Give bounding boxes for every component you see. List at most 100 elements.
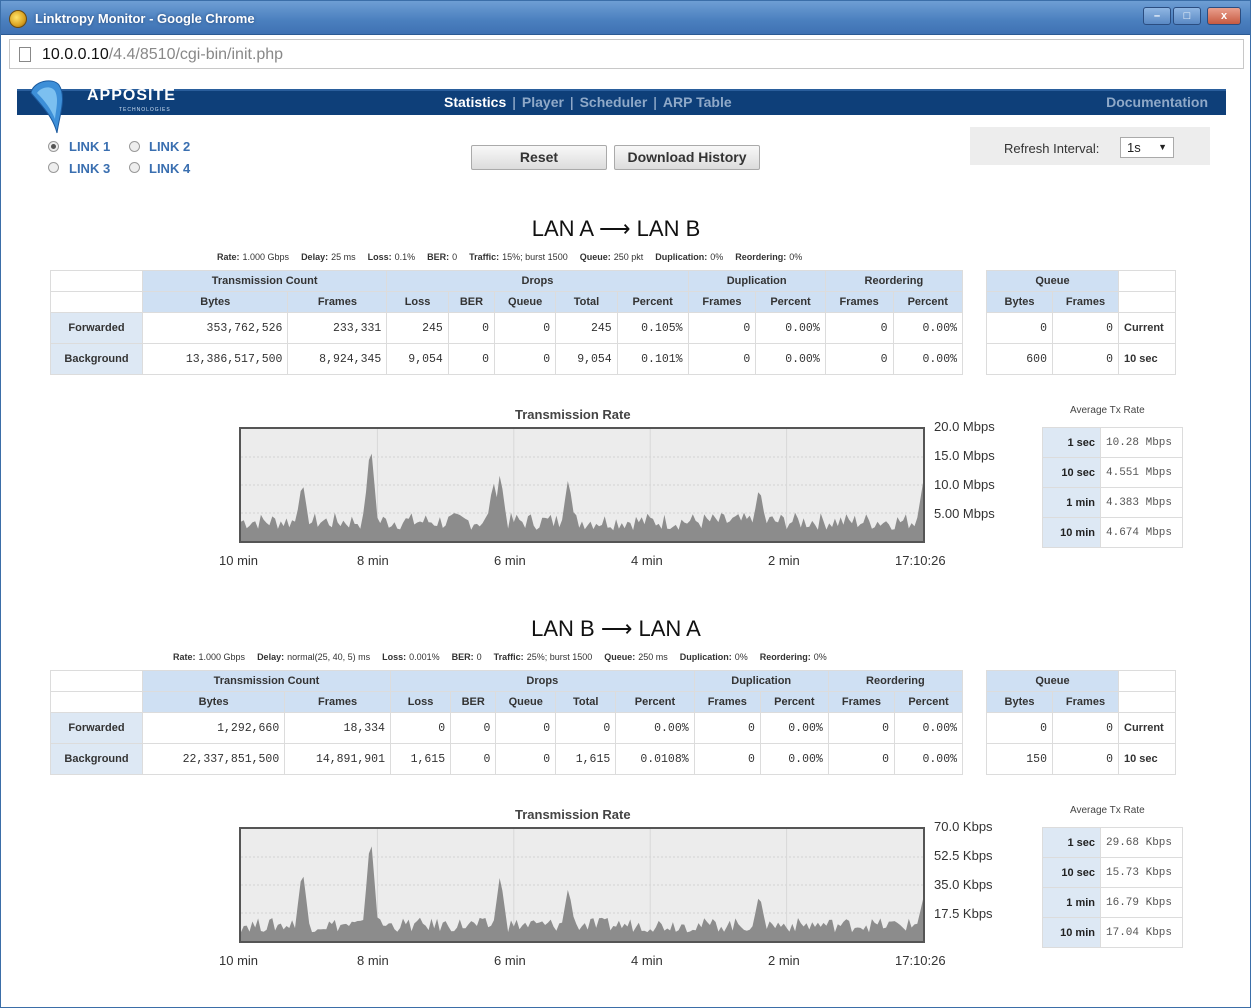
stat-cell: 0.00%	[892, 343, 963, 375]
empty-cell	[1118, 670, 1176, 692]
queue-cell: 0	[1052, 312, 1119, 344]
table-row: Forwarded 1,292,660 18,334 0 0 0 0 0.00% 0 0.00% 0…	[50, 712, 963, 744]
section-title: LAN A ⟶ LAN B	[531, 216, 701, 241]
interval-tag: Current	[1118, 312, 1176, 344]
avg-interval: 10 min	[1042, 517, 1101, 548]
avg-rate-title: Average Tx Rate	[1070, 405, 1145, 416]
y-axis-label: 10.0 Mbps	[934, 477, 995, 492]
nav-scheduler[interactable]: Scheduler	[580, 94, 648, 110]
param-value: 250 pkt	[613, 252, 644, 262]
avg-value: 4.674 Mbps	[1100, 517, 1183, 548]
stat-cell: 0	[687, 343, 757, 375]
stat-cell: 0.00%	[759, 743, 829, 775]
stat-cell: 0	[824, 343, 894, 375]
stat-cell: 233,331	[287, 312, 388, 344]
stat-cell: 0	[555, 712, 617, 744]
param-key: Reordering:	[735, 252, 787, 262]
avg-interval: 1 sec	[1042, 827, 1101, 858]
y-axis-label: 5.00 Mbps	[934, 506, 995, 521]
avg-rate-title: Average Tx Rate	[1070, 805, 1145, 816]
nav-player[interactable]: Player	[522, 94, 564, 110]
radio-link-2[interactable]	[129, 141, 140, 152]
brand-name: APPOSITE	[87, 87, 176, 104]
avg-value: 17.04 Kbps	[1100, 917, 1183, 948]
stat-cell: 0.00%	[894, 743, 963, 775]
download-history-button[interactable]: Download History	[614, 145, 760, 170]
column-header: Bytes	[141, 291, 289, 313]
avg-value: 10.28 Mbps	[1100, 427, 1183, 458]
param-value: normal(25, 40, 5) ms	[287, 652, 371, 662]
chart-plot	[241, 829, 923, 941]
stat-cell: 8,924,345	[287, 343, 388, 375]
column-header: Queue	[495, 691, 557, 713]
rate-area-series	[241, 453, 923, 541]
queue-cell: 0	[986, 312, 1053, 344]
avg-value: 4.383 Mbps	[1100, 487, 1183, 518]
brand-sub: TECHNOLOGIES	[119, 107, 171, 113]
column-header: Bytes	[986, 291, 1053, 313]
minimize-button[interactable]: –	[1143, 7, 1171, 25]
table-row: 1 sec 29.68 Kbps	[1042, 827, 1183, 858]
avg-value: 15.73 Kbps	[1100, 857, 1183, 888]
x-axis-label: 17:10:26	[895, 553, 946, 568]
stat-cell: 0	[824, 312, 894, 344]
stat-cell: 0	[827, 712, 896, 744]
row-label: Forwarded	[50, 712, 143, 744]
column-header: BER	[450, 691, 497, 713]
x-axis-label: 4 min	[631, 553, 663, 568]
close-button[interactable]: x	[1207, 7, 1241, 25]
link-3-label[interactable]: LINK 3	[69, 161, 110, 176]
documentation-link[interactable]: Documentation	[1106, 94, 1208, 110]
queue-table: Queue Bytes Frames 0 0 Current 600 0 10 sec	[986, 270, 1176, 375]
param-key: BER:	[451, 652, 474, 662]
stat-cell: 1,615	[555, 743, 617, 775]
avg-value: 4.551 Mbps	[1100, 457, 1183, 488]
link-2-label[interactable]: LINK 2	[149, 139, 190, 154]
param-key: Traffic:	[493, 652, 524, 662]
column-header: Percent	[894, 691, 963, 713]
radio-link-4[interactable]	[129, 162, 140, 173]
y-axis-label: 52.5 Kbps	[934, 848, 993, 863]
column-header: Bytes	[141, 691, 286, 713]
group-header: Drops	[389, 670, 695, 692]
link-4-label[interactable]: LINK 4	[149, 161, 190, 176]
y-axis-label: 20.0 Mbps	[934, 419, 995, 434]
queue-cell: 0	[1052, 712, 1119, 744]
stat-cell: 0	[495, 743, 557, 775]
param-key: Rate:	[217, 252, 240, 262]
refresh-label: Refresh Interval:	[1004, 141, 1100, 156]
avg-value: 16.79 Kbps	[1100, 887, 1183, 918]
address-bar[interactable]: 10.0.0.10/4.4/8510/cgi-bin/init.php	[9, 39, 1244, 69]
stat-cell: 0	[687, 312, 757, 344]
link-params: Rate: 1.000 Gbps Delay: normal(25, 40, 5) m…	[173, 652, 839, 662]
column-header: Frames	[284, 691, 391, 713]
nav-arp-table[interactable]: ARP Table	[663, 94, 732, 110]
stat-cell: 18,334	[284, 712, 391, 744]
param-value: 0%	[734, 652, 748, 662]
rate-area-series	[241, 846, 923, 941]
avg-rate-table: 1 sec 29.68 Kbps 10 sec 15.73 Kbps 1 min 16.7…	[1042, 827, 1183, 948]
nav-statistics[interactable]: Statistics	[444, 94, 506, 110]
queue-table: Queue Bytes Frames 0 0 Current 150 0 10 sec	[986, 670, 1176, 775]
param-key: Duplication:	[655, 252, 708, 262]
avg-interval: 1 min	[1042, 887, 1101, 918]
url-path: /4.4/8510/cgi-bin/init.php	[108, 46, 284, 63]
queue-cell: 150	[986, 743, 1053, 775]
radio-link-1[interactable]	[48, 141, 59, 152]
chart-title: Transmission Rate	[515, 407, 631, 422]
interval-tag: 10 sec	[1118, 343, 1176, 375]
param-value: 25 ms	[331, 252, 356, 262]
stat-cell: 0.00%	[755, 312, 826, 344]
x-axis-label: 8 min	[357, 953, 389, 968]
stat-cell: 245	[555, 312, 618, 344]
refresh-interval-select[interactable]: 1s	[1120, 137, 1174, 158]
queue-cell: 600	[986, 343, 1053, 375]
url-text[interactable]: 10.0.0.10/4.4/8510/cgi-bin/init.php	[42, 46, 283, 64]
link-1-label[interactable]: LINK 1	[69, 139, 110, 154]
reset-button[interactable]: Reset	[471, 145, 607, 170]
maximize-button[interactable]: □	[1173, 7, 1201, 25]
radio-link-3[interactable]	[48, 162, 59, 173]
table-row: 1 min 4.383 Mbps	[1042, 487, 1183, 518]
group-header: Drops	[386, 270, 689, 292]
main-nav: Statistics | Player | Scheduler | ARP Table	[444, 94, 732, 110]
